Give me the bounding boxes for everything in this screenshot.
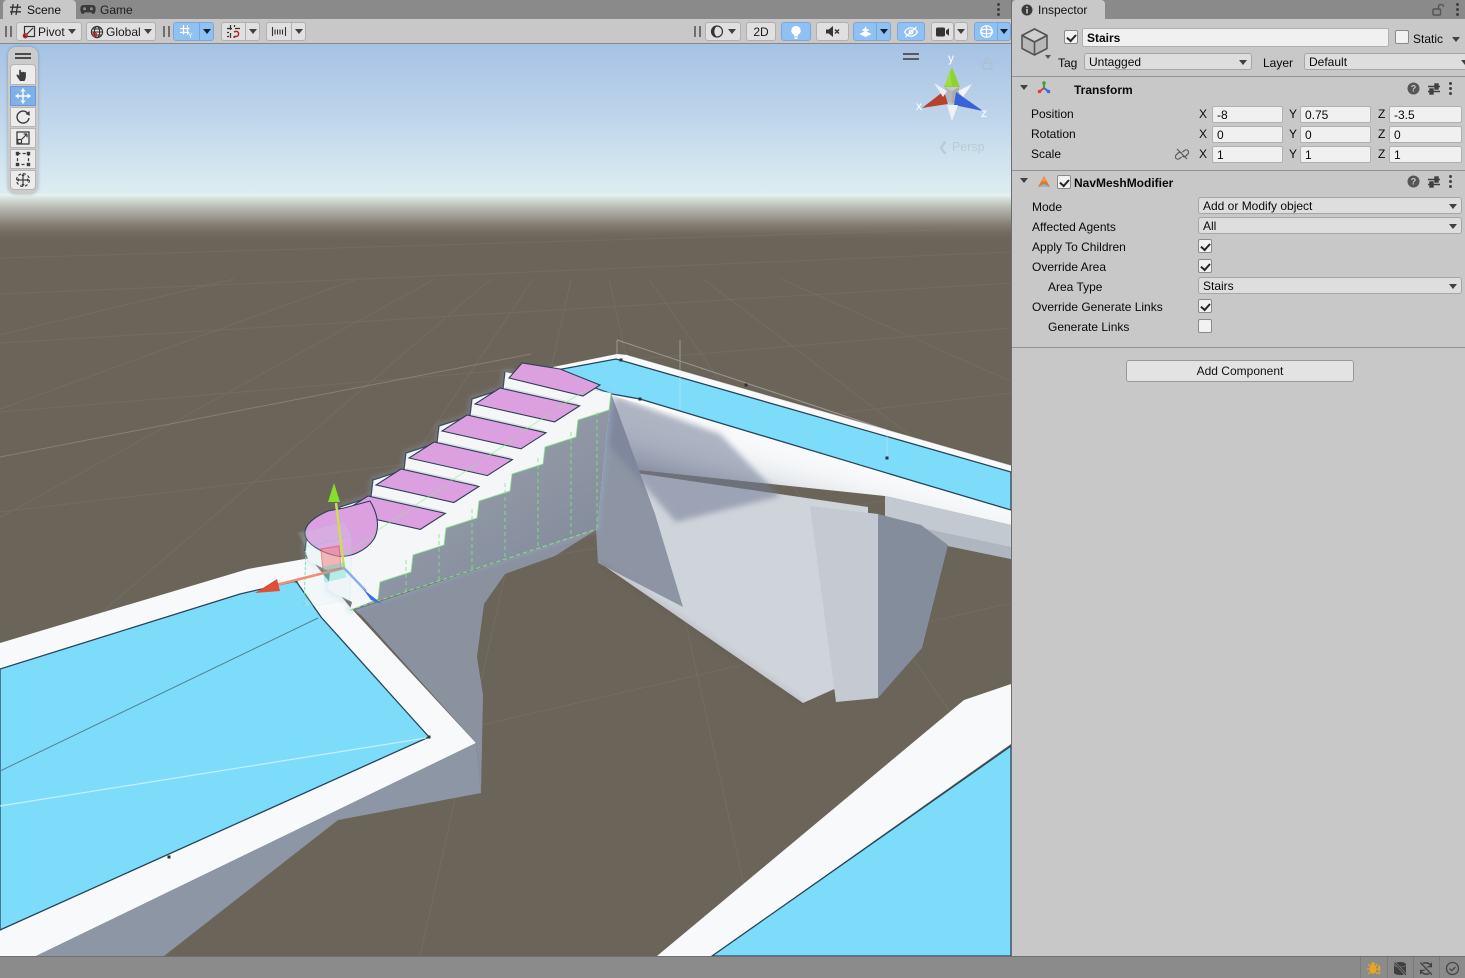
svg-text:Y: Y	[188, 33, 193, 39]
svg-text:?: ?	[1411, 177, 1417, 187]
svg-text:?: ?	[1411, 84, 1417, 94]
svg-text:y: y	[948, 51, 954, 65]
svg-text:z: z	[981, 106, 987, 120]
svg-text:❮ Persp: ❮ Persp	[938, 140, 985, 155]
svg-text:x: x	[916, 99, 922, 113]
